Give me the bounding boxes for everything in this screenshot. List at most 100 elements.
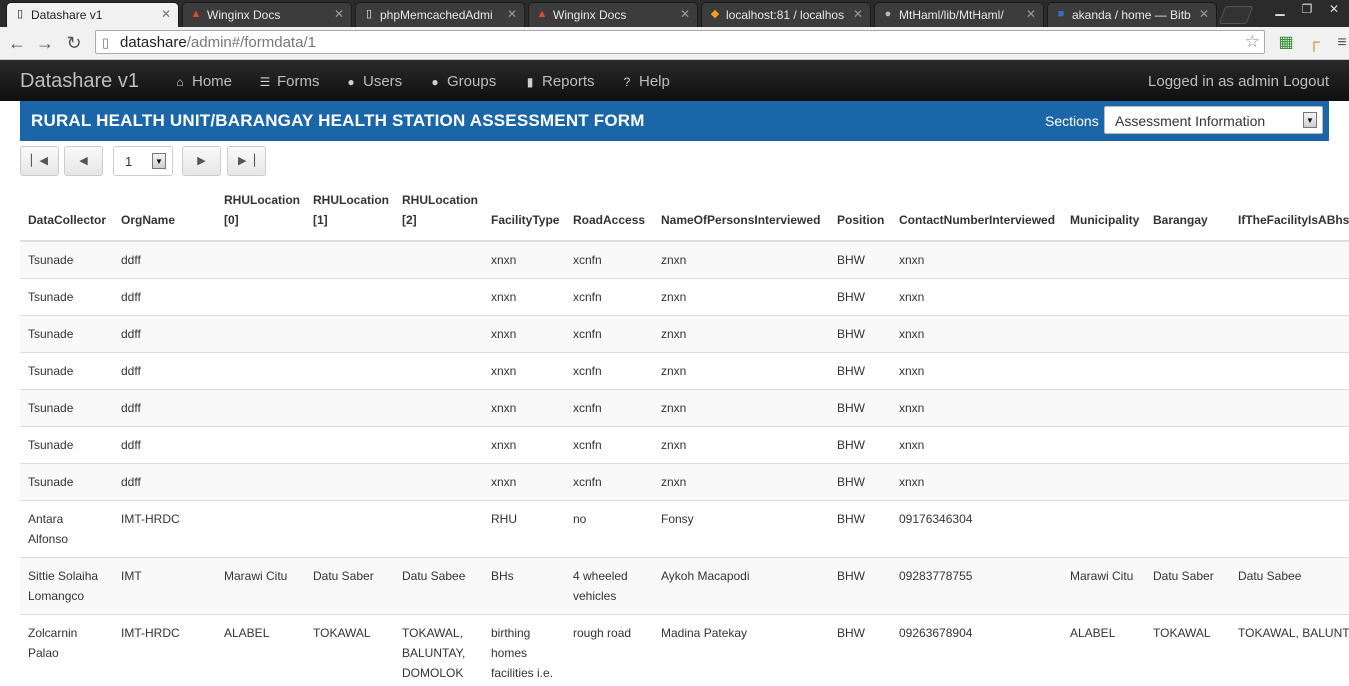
column-header: DataCollector bbox=[20, 186, 113, 242]
table-cell: BHW bbox=[829, 389, 891, 427]
table-cell: xnxn bbox=[483, 463, 565, 501]
table-cell: TOKAWAL bbox=[305, 614, 394, 686]
table-body: Tsunade ddff xnxn xcnfn znxn BHW xnxn Tsunade dd… bbox=[20, 240, 1349, 686]
prev-page-button[interactable]: ◀ bbox=[64, 146, 103, 176]
column-header: Position bbox=[829, 186, 891, 242]
last-page-button[interactable]: ▶▕ bbox=[227, 146, 266, 176]
table-cell: xnxn bbox=[891, 240, 1062, 279]
browser-tab[interactable]: ■ akanda / home — Bitb ✕ bbox=[1047, 2, 1217, 27]
column-header: RHULocation [2] bbox=[394, 186, 483, 242]
table-cell: RHU bbox=[483, 500, 565, 558]
table-cell bbox=[1145, 389, 1230, 427]
browser-tab[interactable]: ▯ Datashare v1 ✕ bbox=[6, 2, 179, 27]
bitbucket-icon: ■ bbox=[1057, 8, 1065, 20]
login-status[interactable]: Logged in as admin Logout bbox=[1148, 73, 1329, 90]
table-cell: BHW bbox=[829, 278, 891, 316]
winginx-icon: ▲ bbox=[190, 8, 202, 20]
table-cell: xnxn bbox=[483, 389, 565, 427]
table-cell bbox=[305, 352, 394, 390]
first-page-button[interactable]: ▏◀ bbox=[20, 146, 59, 176]
nav-forms[interactable]: ☰ Forms bbox=[257, 73, 320, 90]
table-cell: ddff bbox=[113, 352, 216, 390]
table-cell: Tsunade bbox=[20, 389, 113, 427]
table-cell: ALABEL bbox=[1062, 614, 1145, 686]
sections-label: Sections bbox=[1045, 113, 1099, 129]
column-header: RHULocation [0] bbox=[216, 186, 305, 242]
browser-toolbar: ← → ↻ ▯ datashare/admin#/formdata/1 ☆ ▦ … bbox=[0, 27, 1349, 60]
table-cell: Tsunade bbox=[20, 426, 113, 464]
close-icon[interactable]: ✕ bbox=[680, 7, 690, 21]
table-cell: 09283778755 bbox=[891, 557, 1062, 615]
table-row[interactable]: Tsunade ddff xnxn xcnfn znxn BHW xnxn bbox=[20, 240, 1349, 279]
browser-tab[interactable]: ◆ localhost:81 / localhos ✕ bbox=[701, 2, 871, 27]
close-window-icon[interactable]: ✕ bbox=[1320, 0, 1348, 19]
browser-tab[interactable]: ▯ phpMemcachedAdmi ✕ bbox=[355, 2, 525, 27]
table-row[interactable]: Tsunade ddff xnxn xcnfn znxn BHW xnxn bbox=[20, 278, 1349, 316]
app-navbar: Datashare v1 ⌂ Home ☰ Forms ● Users ● Groups… bbox=[0, 60, 1349, 101]
tab-title: localhost:81 / localhos bbox=[726, 8, 845, 22]
table-cell: 09176346304 bbox=[891, 500, 1062, 558]
forward-icon[interactable]: → bbox=[34, 32, 56, 54]
next-page-button[interactable]: ▶ bbox=[182, 146, 221, 176]
table-row[interactable]: Tsunade ddff xnxn xcnfn znxn BHW xnxn bbox=[20, 315, 1349, 353]
minimize-icon[interactable]: ▁ bbox=[1266, 0, 1294, 19]
table-cell bbox=[394, 389, 483, 427]
table-cell: Datu Sabee bbox=[394, 557, 483, 615]
table-cell bbox=[305, 240, 394, 279]
new-tab-button[interactable] bbox=[1218, 6, 1254, 24]
table-cell: Fonsy bbox=[653, 500, 829, 558]
extension-icon[interactable]: ┌ bbox=[1303, 32, 1325, 54]
close-icon[interactable]: ✕ bbox=[161, 7, 171, 21]
browser-tab[interactable]: ▲ Winginx Docs ✕ bbox=[528, 2, 698, 27]
browser-tab[interactable]: ▲ Winginx Docs ✕ bbox=[182, 2, 352, 27]
table-cell bbox=[1145, 315, 1230, 353]
table-cell: Antara Alfonso bbox=[20, 500, 113, 558]
nav-groups[interactable]: ● Groups bbox=[427, 73, 496, 90]
table-row[interactable]: Tsunade ddff xnxn xcnfn znxn BHW xnxn bbox=[20, 389, 1349, 427]
table-cell: BHs bbox=[483, 557, 565, 615]
close-icon[interactable]: ✕ bbox=[1199, 7, 1209, 21]
table-cell: Aykoh Macapodi bbox=[653, 557, 829, 615]
nav-reports[interactable]: ▮ Reports bbox=[522, 73, 595, 90]
table-cell: xnxn bbox=[891, 426, 1062, 464]
page-select[interactable]: 1 ▼ bbox=[113, 146, 173, 176]
table-cell: BHW bbox=[829, 315, 891, 353]
table-row[interactable]: Zolcarnin Palao IMT-HRDC ALABEL TOKAWAL TOKA… bbox=[20, 614, 1349, 686]
nav-home[interactable]: ⌂ Home bbox=[172, 73, 232, 90]
back-icon[interactable]: ← bbox=[6, 32, 28, 54]
column-header: Municipality bbox=[1062, 186, 1145, 242]
close-icon[interactable]: ✕ bbox=[507, 7, 517, 21]
address-bar[interactable]: ▯ datashare/admin#/formdata/1 ☆ bbox=[95, 30, 1265, 54]
close-icon[interactable]: ✕ bbox=[1026, 7, 1036, 21]
table-cell: ddff bbox=[113, 240, 216, 279]
close-icon[interactable]: ✕ bbox=[853, 7, 863, 21]
table-row[interactable]: Tsunade ddff xnxn xcnfn znxn BHW xnxn bbox=[20, 426, 1349, 464]
table-row[interactable]: Sittie Solaiha Lomangco IMT Marawi Citu Dat… bbox=[20, 557, 1349, 615]
table-cell bbox=[394, 500, 483, 558]
table-row[interactable]: Tsunade ddff xnxn xcnfn znxn BHW xnxn bbox=[20, 352, 1349, 390]
list-icon: ☰ bbox=[259, 75, 271, 89]
table-cell bbox=[1230, 240, 1349, 279]
table-cell bbox=[1062, 463, 1145, 501]
nav-help[interactable]: ? Help bbox=[619, 73, 670, 90]
table-cell: no bbox=[565, 500, 653, 558]
restore-icon[interactable]: ❐ bbox=[1293, 0, 1321, 19]
menu-icon[interactable]: ≡ bbox=[1331, 32, 1349, 54]
table-cell: xnxn bbox=[483, 426, 565, 464]
column-header: NameOfPersonsInterviewed bbox=[653, 186, 829, 242]
nav-users[interactable]: ● Users bbox=[343, 73, 402, 90]
close-icon[interactable]: ✕ bbox=[334, 7, 344, 21]
table-row[interactable]: Antara Alfonso IMT-HRDC RHU no Fonsy BHW 09176… bbox=[20, 500, 1349, 558]
extension-icon[interactable]: ▦ bbox=[1275, 32, 1297, 54]
table-cell: xcnfn bbox=[565, 352, 653, 390]
bookmark-star-icon[interactable]: ☆ bbox=[1245, 32, 1260, 52]
reload-icon[interactable]: ↻ bbox=[63, 32, 85, 54]
table-cell bbox=[1230, 426, 1349, 464]
table-cell: 4 wheeled vehicles bbox=[565, 557, 653, 615]
brand[interactable]: Datashare v1 bbox=[20, 70, 139, 93]
table-cell bbox=[1145, 463, 1230, 501]
sections-select[interactable]: Assessment Information ▼ bbox=[1104, 106, 1323, 134]
browser-tab[interactable]: ● MtHaml/lib/MtHaml/ ✕ bbox=[874, 2, 1044, 27]
table-row[interactable]: Tsunade ddff xnxn xcnfn znxn BHW xnxn bbox=[20, 463, 1349, 501]
chevron-down-icon: ▼ bbox=[1303, 112, 1317, 128]
